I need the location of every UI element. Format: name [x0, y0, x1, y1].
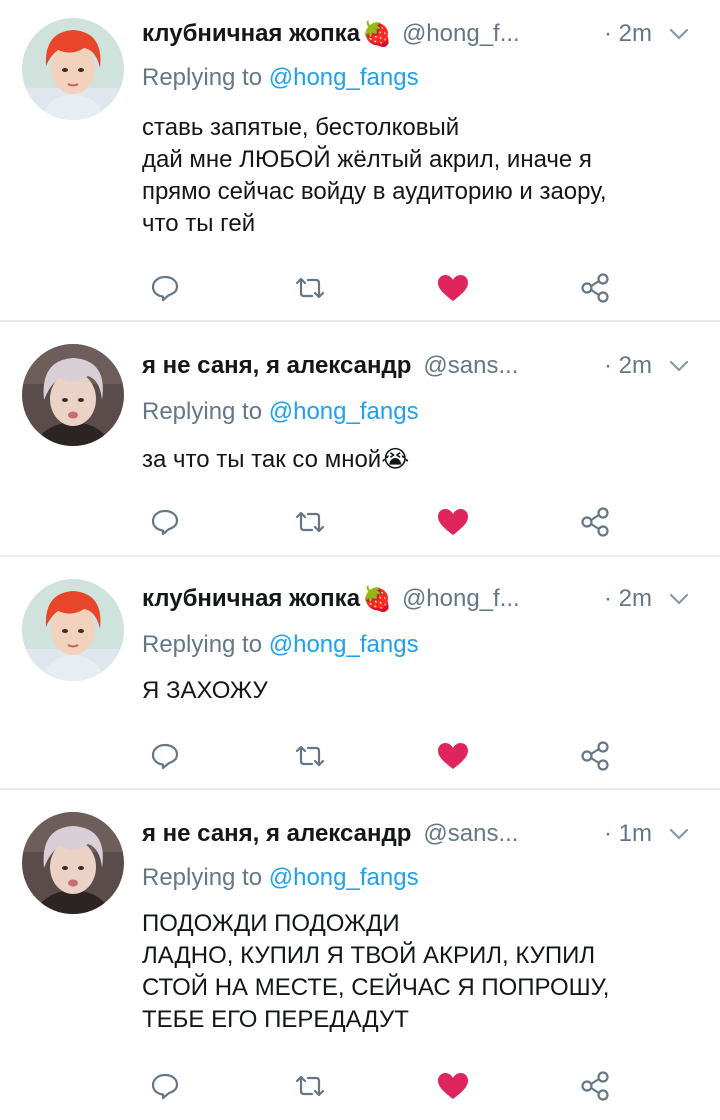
- tweet-text: за что ты так со мной😭: [142, 444, 692, 476]
- share-button[interactable]: [575, 502, 615, 542]
- user-handle[interactable]: @hong_f...: [402, 585, 520, 613]
- share-icon: [581, 1071, 609, 1101]
- timestamp[interactable]: · 2m: [604, 585, 652, 613]
- timestamp[interactable]: · 1m: [604, 820, 652, 848]
- reply-button[interactable]: [145, 736, 185, 776]
- tweet-text-line: Я ЗАХОЖУ: [142, 677, 268, 704]
- tweet-text: ПОДОЖДИ ПОДОЖДИ ЛАДНО, КУПИЛ Я ТВОЙ АКРИ…: [142, 908, 692, 1036]
- tweet-text-line: ставь запятые, бестолковый: [142, 114, 460, 141]
- share-icon: [581, 273, 609, 303]
- user-handle[interactable]: @sans...: [423, 820, 518, 848]
- tweet-timeline: клубничная жопка 🍓 @hong_f... · 2m Reply…: [0, 0, 720, 1120]
- chevron-down-icon[interactable]: [668, 23, 690, 45]
- replying-to-mention[interactable]: @hong_fangs: [269, 864, 419, 891]
- tweet-text: ставь запятые, бестолковый дай мне ЛЮБОЙ…: [142, 112, 692, 240]
- retweet-icon: [295, 1075, 325, 1097]
- tweet-header: клубничная жопка 🍓 @hong_f... · 2m: [142, 579, 690, 619]
- chevron-down-icon[interactable]: [668, 588, 690, 610]
- tweet-text-line: дай мне ЛЮБОЙ жёлтый акрил, иначе я: [142, 146, 592, 173]
- avatar[interactable]: [22, 812, 124, 914]
- avatar[interactable]: [22, 344, 124, 446]
- tweet-actions: [0, 736, 720, 776]
- chevron-down-icon[interactable]: [668, 823, 690, 845]
- tweet-text-line: за что ты так со мной😭: [142, 446, 410, 473]
- display-name[interactable]: я не саня, я александр: [142, 820, 411, 848]
- replying-to-mention[interactable]: @hong_fangs: [269, 631, 419, 658]
- retweet-icon: [295, 511, 325, 533]
- reply-icon: [151, 509, 179, 536]
- display-name[interactable]: я не саня, я александр: [142, 352, 411, 380]
- replying-to-line: Replying to @hong_fangs: [142, 631, 419, 659]
- heart-icon: [438, 1073, 468, 1099]
- reply-button[interactable]: [145, 1066, 185, 1106]
- replying-to-mention[interactable]: @hong_fangs: [269, 64, 419, 91]
- retweet-icon: [295, 745, 325, 767]
- heart-icon: [438, 743, 468, 769]
- tweet-text-line: ПОДОЖДИ ПОДОЖДИ: [142, 910, 400, 937]
- reply-button[interactable]: [145, 502, 185, 542]
- replying-to-label: Replying to: [142, 64, 263, 91]
- replying-to-line: Replying to @hong_fangs: [142, 64, 419, 92]
- like-button[interactable]: [433, 1066, 473, 1106]
- tweet-divider: [0, 788, 720, 790]
- replying-to-label: Replying to: [142, 398, 263, 425]
- retweet-button[interactable]: [290, 736, 330, 776]
- tweet-text-line: ЛАДНО, КУПИЛ Я ТВОЙ АКРИЛ, КУПИЛ: [142, 942, 596, 969]
- share-icon: [581, 741, 609, 771]
- share-button[interactable]: [575, 736, 615, 776]
- reply-button[interactable]: [145, 268, 185, 308]
- tweet-text-line: ТЕБЕ ЕГО ПЕРЕДАДУТ: [142, 1006, 409, 1033]
- user-handle[interactable]: @hong_f...: [402, 20, 520, 48]
- like-button[interactable]: [433, 502, 473, 542]
- reply-icon: [151, 275, 179, 302]
- tweet-text: Я ЗАХОЖУ: [142, 675, 692, 707]
- like-button[interactable]: [433, 268, 473, 308]
- display-name[interactable]: клубничная жопка: [142, 20, 360, 48]
- replying-to-line: Replying to @hong_fangs: [142, 864, 419, 892]
- timestamp[interactable]: · 2m: [604, 352, 652, 380]
- avatar[interactable]: [22, 579, 124, 681]
- display-name[interactable]: клубничная жопка: [142, 585, 360, 613]
- red-hair-avatar-icon: [22, 579, 124, 681]
- user-handle[interactable]: @sans...: [423, 352, 518, 380]
- retweet-button[interactable]: [290, 502, 330, 542]
- share-icon: [581, 507, 609, 537]
- avatar[interactable]: [22, 18, 124, 120]
- red-hair-avatar-icon: [22, 18, 124, 120]
- strawberry-emoji-icon: 🍓: [362, 20, 392, 48]
- tweet-text-line: что ты гей: [142, 210, 256, 237]
- reply-icon: [151, 743, 179, 770]
- tweet-text-line: СТОЙ НА МЕСТЕ, СЕЙЧАС Я ПОПРОШУ,: [142, 974, 610, 1001]
- retweet-button[interactable]: [290, 1066, 330, 1106]
- tweet-header: клубничная жопка 🍓 @hong_f... · 2m: [142, 14, 690, 54]
- heart-icon: [438, 509, 468, 535]
- tweet-text-line: прямо сейчас войду в аудиторию и заору,: [142, 178, 607, 205]
- share-button[interactable]: [575, 268, 615, 308]
- replying-to-line: Replying to @hong_fangs: [142, 398, 419, 426]
- blonde-hair-avatar-icon: [22, 812, 124, 914]
- heart-icon: [438, 275, 468, 301]
- replying-to-mention[interactable]: @hong_fangs: [269, 398, 419, 425]
- timestamp[interactable]: · 2m: [604, 20, 652, 48]
- replying-to-label: Replying to: [142, 864, 263, 891]
- tweet-divider: [0, 320, 720, 322]
- retweet-button[interactable]: [290, 268, 330, 308]
- replying-to-label: Replying to: [142, 631, 263, 658]
- strawberry-emoji-icon: 🍓: [362, 585, 392, 613]
- blonde-hair-avatar-icon: [22, 344, 124, 446]
- reply-icon: [151, 1073, 179, 1100]
- tweet-actions: [0, 1066, 720, 1106]
- share-button[interactable]: [575, 1066, 615, 1106]
- like-button[interactable]: [433, 736, 473, 776]
- retweet-icon: [295, 277, 325, 299]
- chevron-down-icon[interactable]: [668, 355, 690, 377]
- tweet-header: я не саня, я александр @sans... · 2m: [142, 346, 690, 386]
- tweet-divider: [0, 555, 720, 557]
- tweet-header: я не саня, я александр @sans... · 1m: [142, 814, 690, 854]
- tweet-actions: [0, 268, 720, 308]
- tweet-actions: [0, 502, 720, 542]
